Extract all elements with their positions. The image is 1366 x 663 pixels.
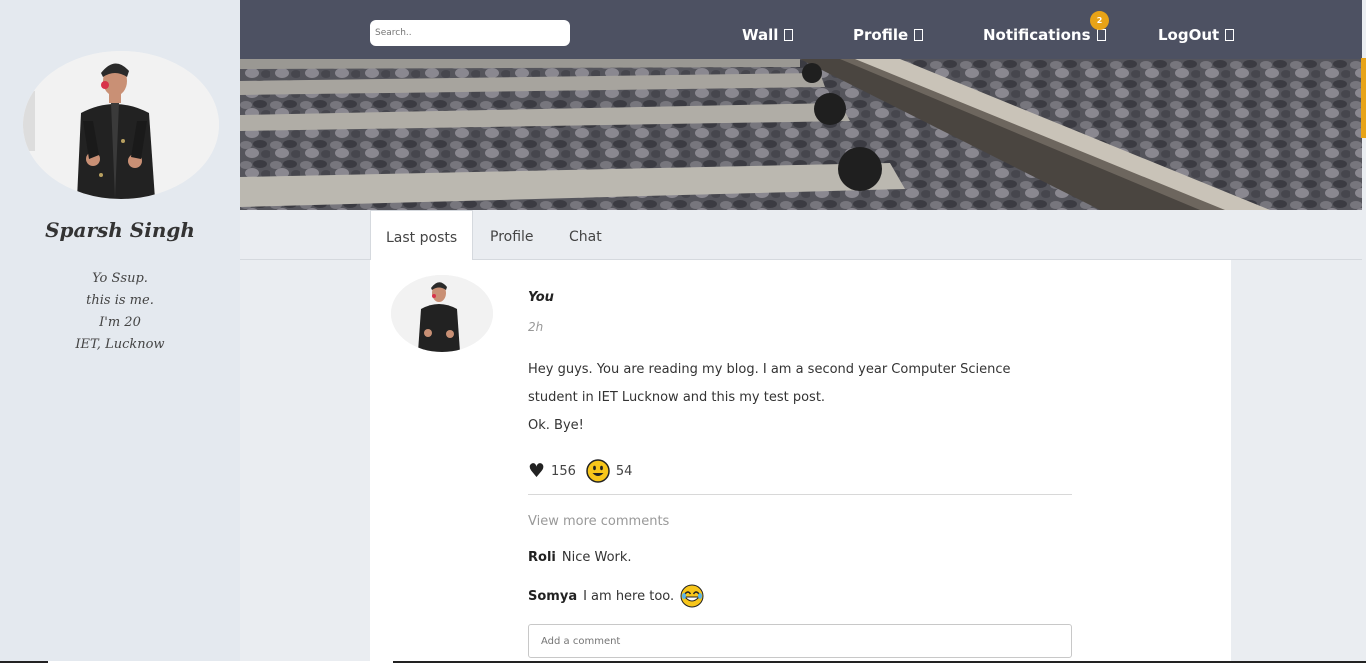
nav-notifications-label: Notifications (983, 26, 1091, 44)
nav-logout[interactable]: LogOut (1158, 26, 1235, 44)
comment-text: Nice Work. (561, 550, 632, 565)
nav-notifications[interactable]: Notifications (983, 26, 1106, 44)
top-navbar: Wall Profile Notifications 2 LogOut (240, 0, 1362, 59)
post-author[interactable]: You (528, 290, 554, 305)
bell-icon (1096, 29, 1106, 41)
post-body-line: student in IET Lucknow and this my test … (528, 390, 826, 405)
profile-sidebar: Sparsh Singh Yo Ssup. this is me. I'm 20… (0, 0, 240, 663)
profile-bio: Yo Ssup. this is me. I'm 20 IET, Lucknow (0, 268, 240, 356)
bio-line: this is me. (86, 293, 154, 308)
post-body: Hey guys. You are reading my blog. I am … (528, 356, 1048, 440)
profile-name: Sparsh Singh (45, 218, 195, 242)
post-timestamp: 2h (528, 320, 544, 334)
nav-wall[interactable]: Wall (742, 26, 794, 44)
logout-icon (1225, 29, 1235, 41)
scrollbar-thumb[interactable] (1361, 58, 1366, 138)
grinning-emoji-icon (680, 584, 704, 608)
comment-author[interactable]: Roli (528, 550, 556, 565)
comment-author[interactable]: Somya (528, 589, 577, 604)
comment-text: I am here too. (583, 588, 675, 604)
post-divider (528, 494, 1072, 495)
notification-badge[interactable]: 2 (1090, 11, 1109, 30)
profile-icon (914, 29, 924, 41)
profile-tabs: Last posts Profile Chat (240, 210, 1362, 261)
wall-icon (784, 29, 794, 41)
smile-reaction-button[interactable]: 54 (576, 459, 633, 483)
bio-line: I'm 20 (99, 315, 141, 330)
nav-logout-label: LogOut (1158, 26, 1220, 44)
nav-profile[interactable]: Profile (853, 26, 924, 44)
bio-line: IET, Lucknow (75, 337, 165, 352)
view-more-comments-link[interactable]: View more comments (528, 514, 669, 529)
comment-item: Roli Nice Work. (528, 550, 632, 565)
post-card: You 2h Hey guys. You are reading my blog… (370, 260, 1231, 663)
profile-avatar (23, 51, 219, 199)
like-count: 156 (551, 463, 576, 479)
tab-last-posts[interactable]: Last posts (370, 210, 474, 261)
cover-photo (240, 59, 1362, 210)
tab-chat[interactable]: Chat (554, 210, 617, 260)
smiley-icon (586, 459, 610, 483)
nav-wall-label: Wall (742, 26, 779, 44)
smile-count: 54 (615, 463, 633, 479)
bio-line: Yo Ssup. (92, 271, 148, 286)
like-button[interactable]: ♥ 156 (528, 460, 576, 482)
comment-item: Somya I am here too. (528, 584, 704, 608)
tab-profile[interactable]: Profile (475, 210, 549, 260)
post-reactions: ♥ 156 54 (528, 458, 632, 484)
add-comment-input[interactable] (528, 624, 1072, 658)
heart-icon: ♥ (528, 460, 546, 482)
post-body-line: Ok. Bye! (528, 418, 584, 433)
nav-profile-label: Profile (853, 26, 909, 44)
post-author-avatar (391, 275, 493, 352)
search-input[interactable] (370, 20, 570, 46)
post-body-line: Hey guys. You are reading my blog. I am … (528, 362, 1011, 377)
